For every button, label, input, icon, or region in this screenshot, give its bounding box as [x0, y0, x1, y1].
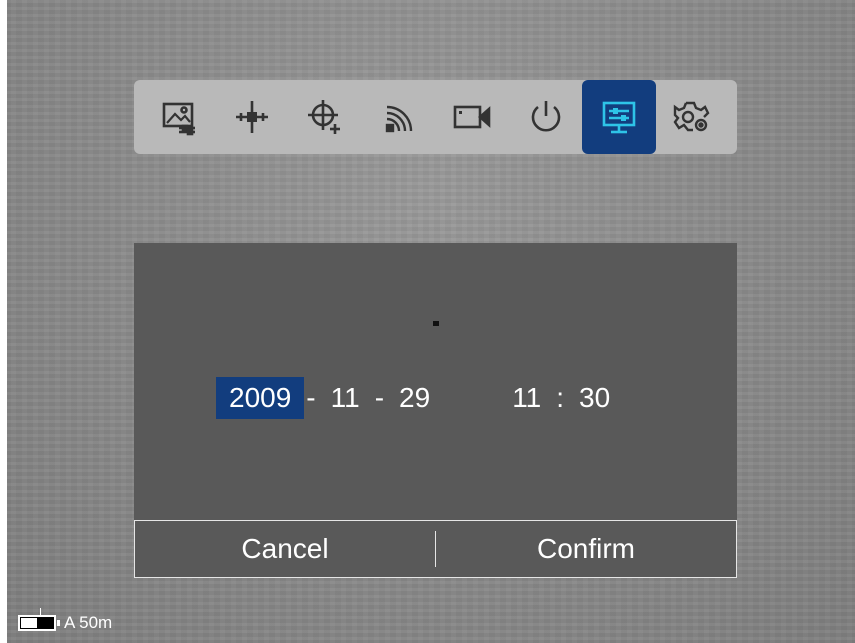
date-separator: - [374, 382, 385, 413]
battery-icon [18, 608, 60, 631]
dialog-button-row: Cancel Confirm [134, 520, 737, 578]
month-field[interactable]: 11 [318, 377, 373, 419]
tool-image-adjust[interactable] [142, 80, 215, 154]
tool-display-settings[interactable] [582, 80, 656, 154]
confirm-button[interactable]: Confirm [436, 521, 736, 577]
screen-edge [0, 0, 7, 643]
datetime-editor: 2009 - 11 - 29 11 : 30 [216, 377, 623, 419]
date-separator: - [306, 382, 316, 413]
tool-wifi[interactable] [362, 80, 435, 154]
cancel-button[interactable]: Cancel [135, 521, 435, 577]
video-camera-icon [453, 105, 491, 129]
dialog-indicator-dot [433, 321, 439, 326]
tool-gear-settings[interactable] [656, 80, 729, 154]
tool-crosshair[interactable] [215, 80, 288, 154]
gear-settings-icon [673, 101, 710, 132]
tool-power[interactable] [509, 80, 582, 154]
zeroing-target-icon [308, 100, 341, 134]
year-field[interactable]: 2009 [216, 377, 305, 419]
display-settings-icon [602, 101, 636, 134]
tool-record[interactable] [436, 80, 509, 154]
tool-zeroing[interactable] [289, 80, 362, 154]
crosshair-icon [236, 101, 269, 133]
wifi-signal-icon [385, 105, 413, 133]
minute-field[interactable]: 30 [566, 377, 623, 419]
battery-terminal [57, 620, 60, 626]
battery-fill [21, 618, 37, 628]
power-icon [531, 101, 560, 132]
time-separator: : [556, 382, 565, 413]
menu-toolbar [134, 80, 737, 154]
hour-field[interactable]: 11 [499, 377, 554, 419]
image-adjust-icon [162, 102, 195, 136]
range-readout: A 50m [64, 613, 113, 632]
battery-tick [40, 608, 41, 615]
day-field[interactable]: 29 [386, 377, 443, 419]
datetime-dialog: 2009 - 11 - 29 11 : 30 [134, 243, 737, 521]
status-bar: A 50m [18, 608, 113, 634]
